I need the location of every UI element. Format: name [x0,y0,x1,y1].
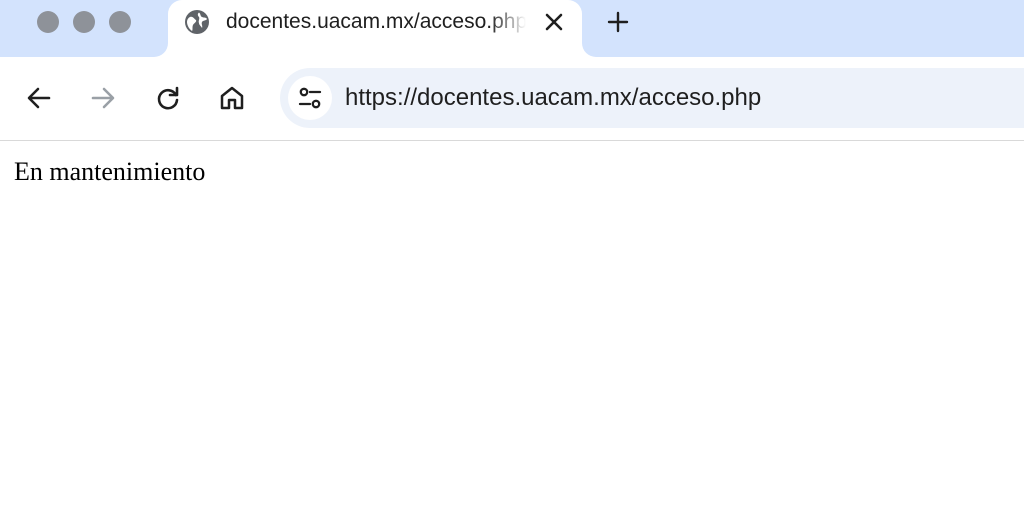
tab-title: docentes.uacam.mx/acceso.php [226,10,526,33]
maintenance-message: En mantenimiento [14,157,206,186]
url-text[interactable]: https://docentes.uacam.mx/acceso.php [345,83,761,113]
page-content: En mantenimiento [0,141,1024,516]
close-icon[interactable] [542,10,566,34]
plus-icon[interactable] [604,8,632,36]
arrow-left-icon[interactable] [24,83,54,113]
tab-active[interactable]: docentes.uacam.mx/acceso.php [168,0,582,57]
toolbar: https://docentes.uacam.mx/acceso.php [0,57,1024,141]
window-minimize-button[interactable] [73,11,95,33]
tune-icon[interactable] [288,76,332,120]
window-close-button[interactable] [37,11,59,33]
window-zoom-button[interactable] [109,11,131,33]
reload-icon[interactable] [153,83,183,113]
tab-strip: docentes.uacam.mx/acceso.php [0,0,1024,57]
arrow-right-icon[interactable] [88,83,118,113]
address-bar[interactable]: https://docentes.uacam.mx/acceso.php [280,68,1024,128]
home-icon[interactable] [217,83,247,113]
globe-icon [184,9,210,35]
